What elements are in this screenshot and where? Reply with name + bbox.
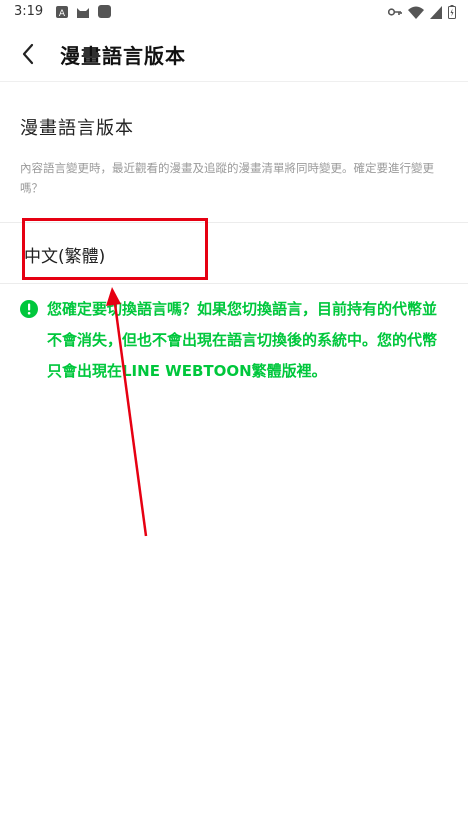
status-time: 3:19 — [14, 4, 44, 19]
key-icon — [388, 8, 402, 16]
status-bar: 3:19 A — [0, 0, 468, 26]
notification-a-icon: A — [56, 5, 68, 18]
divider — [0, 283, 468, 284]
svg-text:A: A — [59, 9, 66, 18]
annotation-highlight-box — [22, 218, 208, 280]
back-button[interactable] — [12, 38, 44, 70]
notification-cat-icon — [77, 7, 89, 18]
system-icons — [388, 5, 456, 19]
signal-icon — [430, 5, 442, 19]
warning-icon — [20, 300, 38, 318]
notification-icons: A — [56, 5, 111, 18]
notification-square-icon — [98, 5, 111, 18]
page-title: 漫畫語言版本 — [60, 44, 186, 68]
section-description: 內容語言變更時，最近觀看的漫畫及追蹤的漫畫清單將同時變更。確定要進行變更嗎？ — [20, 161, 434, 195]
app-header: 漫畫語言版本 — [0, 26, 468, 82]
wifi-icon — [408, 6, 424, 19]
section-title: 漫畫語言版本 — [20, 118, 134, 139]
warning-text: 您確定要切換語言嗎？如果您切換語言，目前持有的代幣並不會消失，但也不會出現在語言… — [47, 300, 438, 380]
battery-icon — [448, 5, 456, 19]
back-arrow-icon — [22, 43, 34, 65]
